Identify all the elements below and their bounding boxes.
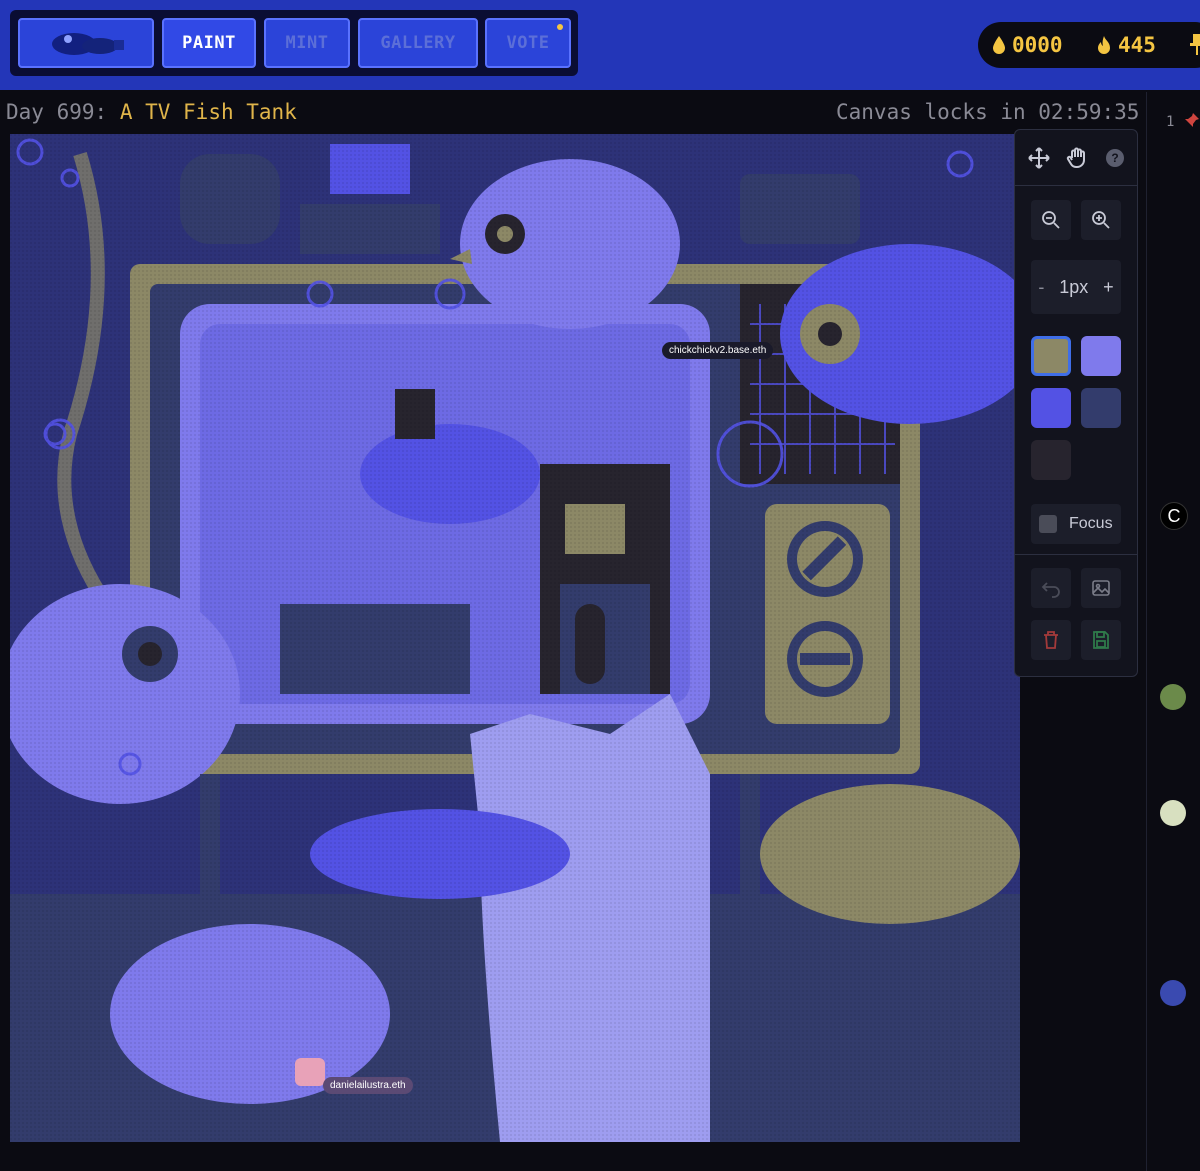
save-button[interactable] [1081, 620, 1121, 660]
paint-canvas[interactable]: chickchickv2.base.eth danielailustra.eth [10, 134, 1020, 1142]
stats-pill: 0000 445 [978, 22, 1200, 68]
right-sidebar: 1 C [1140, 92, 1200, 1171]
pin-icon [1190, 34, 1200, 55]
logo-icon [52, 33, 124, 55]
day-theme: A TV Fish Tank [119, 100, 297, 124]
user-avatar [295, 1058, 325, 1086]
nav-mint-label: MINT [285, 33, 329, 53]
user-cursor-name: chickchickv2.base.eth [669, 345, 767, 356]
fire-value: 445 [1118, 33, 1156, 57]
move-tool-button[interactable] [1019, 138, 1059, 178]
user-cursor-tag: danielailustra.eth [323, 1077, 413, 1094]
drops-value: 0000 [1012, 33, 1063, 57]
tool-panel: ? - 1px + Focus [1014, 129, 1138, 677]
zoom-out-icon [1042, 211, 1060, 229]
help-icon: ? [1106, 149, 1124, 167]
nav-paint-button[interactable]: PAINT [162, 18, 256, 68]
color-swatch[interactable] [1081, 336, 1121, 376]
nav-mint-button[interactable]: MINT [264, 18, 350, 68]
fire-icon [1098, 36, 1110, 54]
delete-button[interactable] [1031, 620, 1071, 660]
pan-tool-button[interactable] [1057, 138, 1097, 178]
nav-group: PAINT MINT GALLERY VOTE [10, 10, 578, 76]
pixel-size-increase[interactable]: + [1103, 277, 1114, 298]
color-swatch-selected[interactable] [1031, 336, 1071, 376]
pixel-size-control: - 1px + [1031, 260, 1121, 314]
drops-stat[interactable]: 0000 [992, 22, 1063, 68]
color-swatch[interactable] [1031, 440, 1071, 480]
pixel-size-value: 1px [1059, 276, 1089, 297]
undo-button[interactable] [1031, 568, 1071, 608]
zoom-in-button[interactable] [1081, 200, 1121, 240]
user-cursor-name: danielailustra.eth [330, 1080, 406, 1091]
logo-button[interactable] [18, 18, 154, 68]
avatar[interactable] [1160, 684, 1186, 710]
nav-gallery-button[interactable]: GALLERY [358, 18, 478, 68]
avatar[interactable] [1160, 980, 1186, 1006]
canvas-lock-timer: Canvas locks in 02:59:35 [836, 100, 1140, 124]
image-button[interactable] [1081, 568, 1121, 608]
top-bar: PAINT MINT GALLERY VOTE 0000 445 [0, 0, 1200, 90]
focus-checkbox[interactable] [1039, 515, 1057, 533]
notification-dot [557, 24, 563, 30]
image-icon [1092, 580, 1110, 596]
pin-stat[interactable] [1190, 22, 1200, 68]
save-icon [1093, 631, 1109, 649]
divider [1015, 185, 1137, 186]
line-number: 1 [1166, 114, 1175, 130]
canvas-artwork [10, 134, 1020, 1142]
divider [1015, 554, 1137, 555]
nav-paint-label: PAINT [182, 33, 236, 53]
nav-gallery-label: GALLERY [380, 33, 456, 53]
nav-vote-label: VOTE [506, 33, 550, 53]
user-cursor-tag: chickchickv2.base.eth [662, 342, 774, 359]
fire-stat[interactable]: 445 [1096, 22, 1156, 68]
undo-icon [1041, 582, 1060, 598]
color-swatch[interactable] [1081, 388, 1121, 428]
pin-icon [1185, 113, 1199, 127]
color-swatch[interactable] [1031, 388, 1071, 428]
avatar-initial: C [1167, 505, 1181, 526]
help-button[interactable]: ? [1095, 138, 1135, 178]
focus-label: Focus [1069, 515, 1113, 532]
avatar[interactable]: C [1160, 502, 1188, 530]
hand-icon [1066, 147, 1085, 168]
drop-icon [993, 36, 1005, 54]
move-icon [1028, 147, 1050, 169]
pixel-size-decrease[interactable]: - [1038, 277, 1044, 298]
focus-toggle[interactable]: Focus [1031, 504, 1121, 544]
trash-icon [1044, 631, 1058, 649]
nav-vote-button[interactable]: VOTE [485, 18, 571, 68]
avatar[interactable] [1160, 800, 1186, 826]
day-title: Day 699: A TV Fish Tank [6, 100, 297, 124]
sidebar-divider [1146, 92, 1147, 1171]
zoom-out-button[interactable] [1031, 200, 1071, 240]
zoom-in-icon [1092, 211, 1110, 229]
day-prefix: Day 699: [6, 100, 108, 124]
